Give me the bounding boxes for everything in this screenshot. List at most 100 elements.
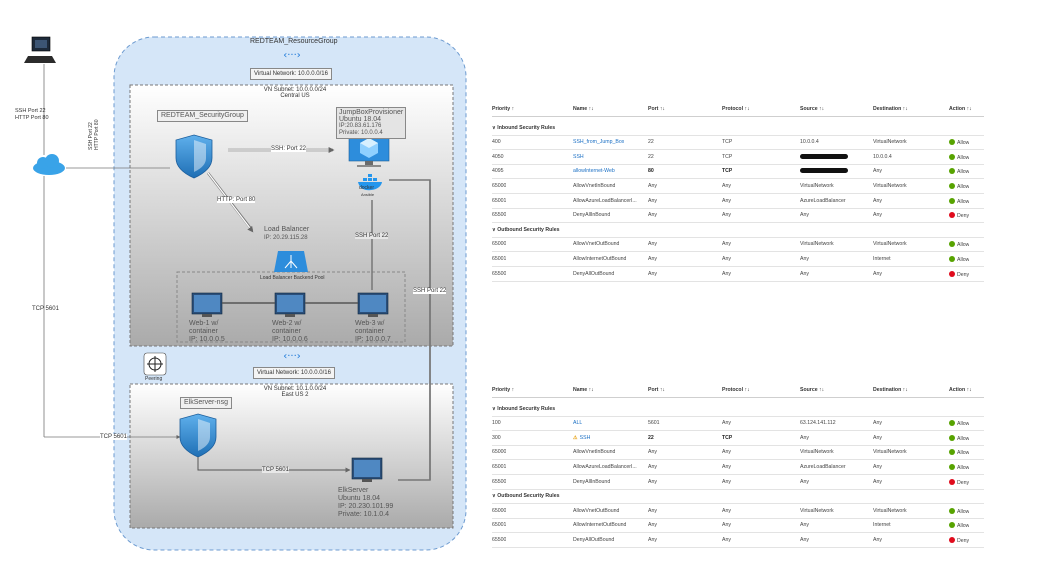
table-row[interactable]: 65001 AllowAzureLoadBalancerI... Any Any Azu… xyxy=(492,194,984,209)
action-status: Allow xyxy=(949,420,969,427)
table-row[interactable]: 4050 SSH 22 TCP 10.0.0.4 Allow xyxy=(492,150,984,165)
action-status: Allow xyxy=(949,464,969,471)
cell-proto: Any xyxy=(722,507,731,514)
section-title-text: Inbound Security Rules xyxy=(497,124,556,131)
subnet2-box xyxy=(129,383,454,529)
redaction-bar xyxy=(800,168,848,174)
rule-name-text[interactable]: SSH xyxy=(573,154,584,160)
cell-p: 65001 xyxy=(492,256,507,262)
table-row[interactable]: 65000 AllowVnetOutBound Any Any VirtualNetwo… xyxy=(492,504,984,519)
rule-name-text[interactable]: SSH_from_Jump_Box xyxy=(573,139,624,145)
column-header[interactable]: Destination ↑↓ xyxy=(873,387,908,393)
table-header: Priority ↑ Name ↑↓ Port ↑↓ Protocol ↑↓ Sourc… xyxy=(492,102,984,117)
rule-name: AllowAzureLoadBalancerI... xyxy=(573,198,637,204)
column-header[interactable]: Priority ↑ xyxy=(492,387,514,393)
rule-name-text: DenyAllOutBound xyxy=(573,537,615,543)
cell-src: VirtualNetwork xyxy=(800,183,834,189)
table-row[interactable]: 65000 AllowVnetInBound Any Any VirtualNetwor… xyxy=(492,445,984,461)
table-row[interactable]: 65500 DenyAllInBound Any Any Any Any Deny xyxy=(492,475,984,490)
cell-p: 65500 xyxy=(492,212,507,219)
redacted-source xyxy=(800,153,848,161)
web3-label: Web-3 w/container IP: 10.0.0.7 xyxy=(355,320,391,343)
cell-port: Any xyxy=(648,537,657,543)
table-row[interactable]: 65500 DenyAllOutBound Any Any Any Any Deny xyxy=(492,533,984,548)
cell-p: 300 xyxy=(492,434,501,441)
column-header[interactable]: Protocol ↑↓ xyxy=(722,387,750,393)
rule-name-text: AllowVnetOutBound xyxy=(573,241,620,248)
column-header[interactable]: Name ↑↓ xyxy=(573,387,594,393)
cell-dst: Any xyxy=(873,478,882,485)
cell-proto: Any xyxy=(722,197,731,204)
cell-dst: Any xyxy=(873,212,882,219)
rule-name-text[interactable]: allowInternet-Web xyxy=(573,168,615,174)
cloud-icon xyxy=(33,154,65,175)
rule-name-text: AllowAzureLoadBalancerI... xyxy=(573,197,637,204)
cell-port: 5601 xyxy=(648,420,660,427)
action-status: Allow xyxy=(949,256,969,263)
section-header[interactable]: ∨ Inbound Security Rules xyxy=(492,402,984,417)
column-header[interactable]: Source ↑↓ xyxy=(800,106,824,112)
cell-dst: Any xyxy=(873,270,882,277)
table-row[interactable]: 65001 AllowInternetOutBound Any Any Any Inter… xyxy=(492,518,984,534)
rule-name-text[interactable]: SSH xyxy=(580,435,591,441)
jumpbox-label: JumpBoxProvisioner Ubuntu 18.04 IP:20.83.6… xyxy=(336,107,407,139)
rule-name: DenyAllOutBound xyxy=(573,271,614,277)
table-row[interactable]: 65000 AllowVnetOutBound Any Any VirtualNetwo… xyxy=(492,237,984,253)
action-status: Allow xyxy=(949,522,969,529)
action-status: Allow xyxy=(949,508,969,515)
table-row[interactable]: 65500 DenyAllOutBound Any Any Any Any Deny xyxy=(492,267,984,282)
vnet2-label: Virtual Network: 10.0.0.0/16 xyxy=(253,367,335,379)
docker-label: docker xyxy=(359,185,375,191)
nsg-rules-table-1: Priority ↑ Name ↑↓ Port ↑↓ Protocol ↑↓ Sourc… xyxy=(492,102,984,282)
cell-port: 22 xyxy=(648,139,654,146)
action-status: Allow xyxy=(949,183,969,190)
cell-proto: TCP xyxy=(722,153,733,160)
section-header[interactable]: ∨ Inbound Security Rules xyxy=(492,121,984,136)
rule-name-text[interactable]: ALL xyxy=(573,420,582,426)
table-row[interactable]: 100 ALL 5601 Any 63.124.141.112 Any Allow xyxy=(492,416,984,432)
subnet1-label: VN Subnet: 10.0.0.0/24 Central US xyxy=(263,87,327,99)
column-header[interactable]: Protocol ↑↓ xyxy=(722,106,750,112)
ssh-jump-pool-label: SSH Port 22 xyxy=(355,233,389,239)
action-status: Allow xyxy=(949,168,969,175)
rule-name: DenyAllOutBound xyxy=(573,537,614,543)
column-header[interactable]: Name ↑↓ xyxy=(573,106,594,112)
rule-name: ⚠ SSH xyxy=(573,435,590,441)
web2-label: Web-2 w/container IP: 10.0.0.6 xyxy=(272,320,308,343)
action-status: Deny xyxy=(949,271,969,278)
cell-p: 65001 xyxy=(492,464,507,470)
column-header[interactable]: Action ↑↓ xyxy=(949,387,972,393)
table-row[interactable]: 65000 AllowVnetInBound Any Any VirtualNetwor… xyxy=(492,179,984,194)
cell-proto: Any xyxy=(722,420,731,427)
table-row[interactable]: 65001 AllowAzureLoadBalancerI... Any Any Azu… xyxy=(492,460,984,475)
column-header[interactable]: Action ↑↓ xyxy=(949,106,972,112)
rule-name-text: AllowInternetOutBound xyxy=(573,522,627,529)
peering-icon xyxy=(143,352,167,376)
table-row[interactable]: 65500 DenyAllInBound Any Any Any Any Deny xyxy=(492,208,984,224)
cell-proto: Any xyxy=(722,449,731,456)
section-title-text: Inbound Security Rules xyxy=(497,405,556,412)
tcp-elk-label: TCP 5601 xyxy=(262,467,289,473)
column-header[interactable]: Port ↑↓ xyxy=(648,106,665,112)
cell-port: Any xyxy=(648,241,657,248)
cell-proto: TCP xyxy=(722,168,733,175)
cell-dst: Any xyxy=(873,197,882,204)
column-header[interactable]: Priority ↑ xyxy=(492,106,514,112)
table-row[interactable]: 400 SSH_from_Jump_Box 22 TCP 10.0.0.4 Virtual… xyxy=(492,135,984,151)
column-header[interactable]: Destination ↑↓ xyxy=(873,106,908,112)
web1-vm-icon xyxy=(191,292,223,317)
cell-proto: Any xyxy=(722,212,731,219)
column-header[interactable]: Source ↑↓ xyxy=(800,387,824,393)
action-status: Allow xyxy=(949,241,969,248)
cell-src: VirtualNetwork xyxy=(800,507,834,514)
column-header[interactable]: Port ↑↓ xyxy=(648,387,665,393)
table-row[interactable]: 300 ⚠ SSH 22 TCP Any Any Allow xyxy=(492,431,984,446)
table-row[interactable]: 4095 allowInternet-Web 80 TCP Any Allow xyxy=(492,164,984,180)
web1-label: Web-1 w/container IP: 10.0.0.5 xyxy=(189,320,225,343)
cell-src: 10.0.0.4 xyxy=(800,139,819,146)
cell-port: Any xyxy=(648,449,657,456)
section-header[interactable]: ∨ Outbound Security Rules xyxy=(492,223,984,238)
backend-pool-label: Load Balancer Backend Pool xyxy=(260,275,325,281)
table-row[interactable]: 65001 AllowInternetOutBound Any Any Any Inter… xyxy=(492,252,984,267)
section-header[interactable]: ∨ Outbound Security Rules xyxy=(492,489,984,505)
